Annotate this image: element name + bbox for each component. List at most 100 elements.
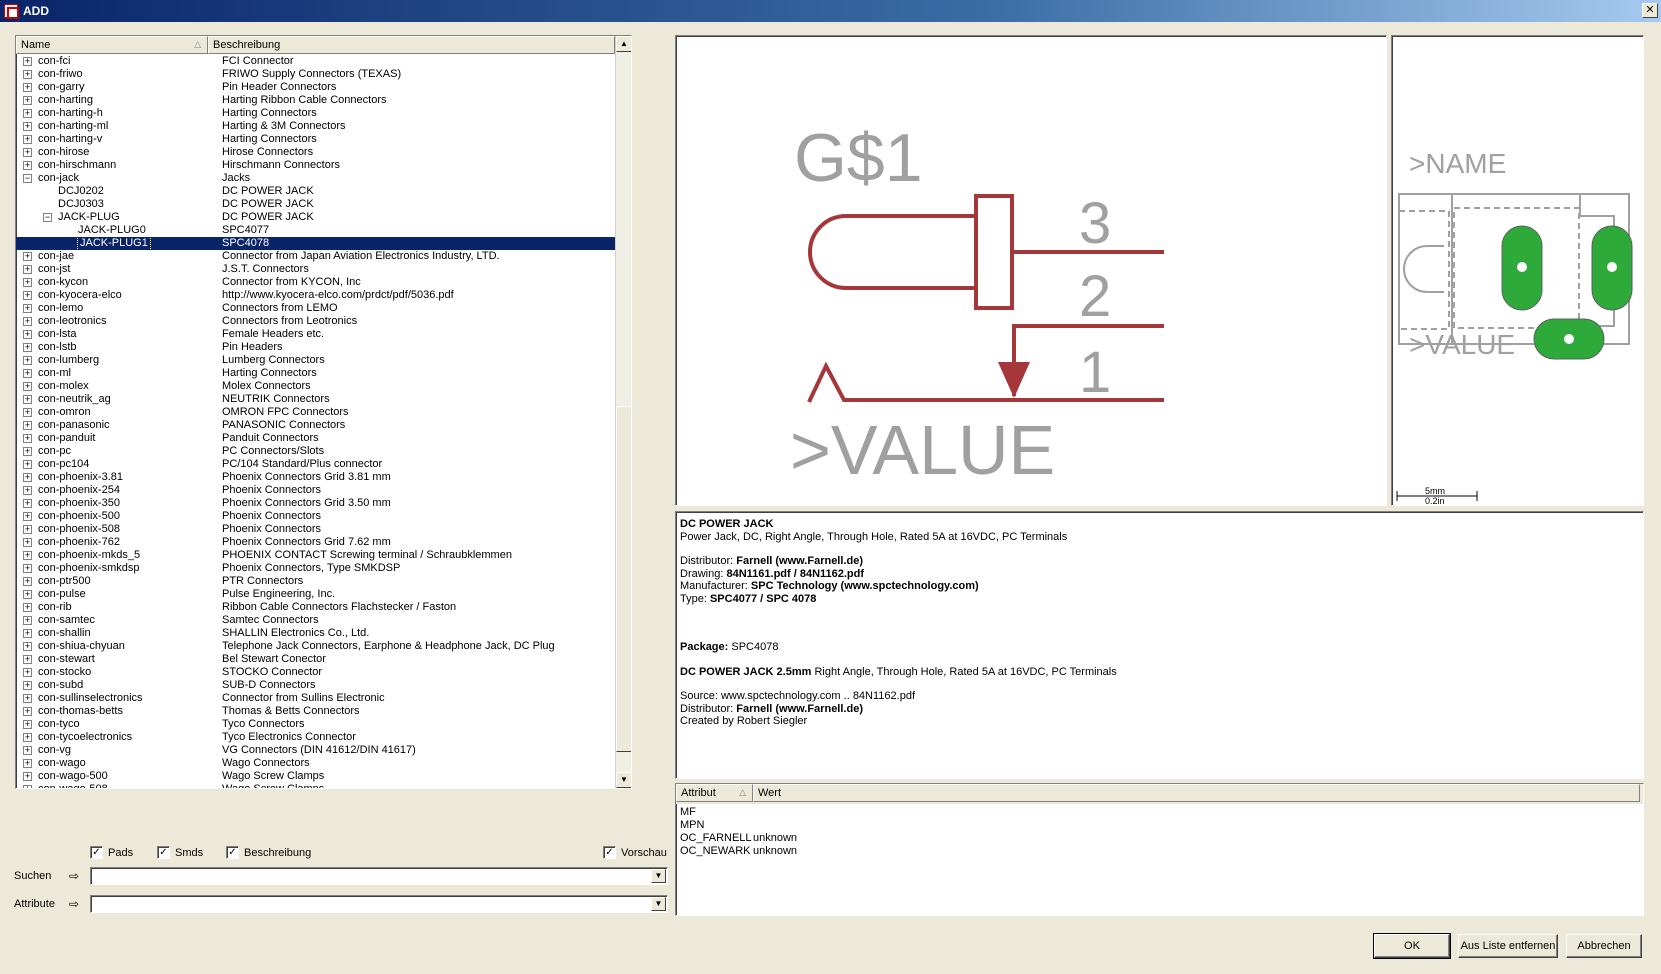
tree-row[interactable]: + con-leotronics Connectors from Leotronic… — [16, 315, 631, 328]
expand-icon[interactable]: + — [23, 772, 32, 781]
expand-icon[interactable]: + — [23, 83, 32, 92]
expand-icon[interactable]: + — [23, 369, 32, 378]
tree-row[interactable]: + con-phoenix-508 Phoenix Connectors — [16, 523, 631, 536]
tree-row[interactable]: + con-wago-508 Wago Screw Clamps — [16, 783, 631, 788]
expand-icon[interactable]: + — [23, 122, 32, 131]
tree-row[interactable]: + con-sullinselectronics Connector from Su… — [16, 692, 631, 705]
tree-row[interactable]: + con-kycon Connector from KYCON, Inc — [16, 276, 631, 289]
expand-icon[interactable]: + — [23, 395, 32, 404]
expand-icon[interactable]: + — [23, 291, 32, 300]
expand-icon[interactable]: + — [23, 785, 32, 788]
tree-row[interactable]: + con-lemo Connectors from LEMO — [16, 302, 631, 315]
scroll-thumb[interactable] — [616, 406, 631, 752]
tree-row[interactable]: + con-omron OMRON FPC Connectors — [16, 406, 631, 419]
chevron-down-icon[interactable]: ▼ — [651, 869, 666, 883]
expand-icon[interactable]: + — [23, 603, 32, 612]
tree-row[interactable]: + con-phoenix-smkdsp Phoenix Connectors, T… — [16, 562, 631, 575]
tree-row[interactable]: + con-fci FCI Connector — [16, 55, 631, 68]
tree-row[interactable]: DCJ0303 DC POWER JACK — [16, 198, 631, 211]
expand-icon[interactable]: + — [23, 460, 32, 469]
expand-icon[interactable]: + — [23, 590, 32, 599]
tree-row[interactable]: + con-pc104 PC/104 Standard/Plus connector — [16, 458, 631, 471]
tree-row[interactable]: − con-jack Jacks — [16, 172, 631, 185]
tree-row[interactable]: + con-panduit Panduit Connectors — [16, 432, 631, 445]
expand-icon[interactable]: + — [23, 538, 32, 547]
expand-icon[interactable]: + — [23, 577, 32, 586]
cancel-button[interactable]: Abbrechen — [1566, 934, 1642, 958]
expand-icon[interactable]: + — [23, 616, 32, 625]
tree-row[interactable]: JACK-PLUG1 SPC4078 — [16, 236, 631, 251]
checkmark-icon[interactable]: ✓ — [157, 846, 170, 859]
expand-icon[interactable]: + — [23, 486, 32, 495]
tree-row[interactable]: − JACK-PLUG DC POWER JACK — [16, 211, 631, 224]
expand-icon[interactable]: + — [23, 408, 32, 417]
collapse-icon[interactable]: − — [43, 213, 52, 222]
expand-icon[interactable]: + — [23, 525, 32, 534]
pads-checkbox[interactable]: ✓ Pads — [90, 846, 133, 859]
tree-row[interactable]: + con-garry Pin Header Connectors — [16, 81, 631, 94]
expand-icon[interactable]: + — [23, 252, 32, 261]
remove-from-list-button[interactable]: Aus Liste entfernen — [1458, 934, 1558, 958]
column-header-name[interactable]: Name △ — [16, 36, 208, 54]
expand-icon[interactable]: + — [23, 343, 32, 352]
expand-icon[interactable]: + — [23, 135, 32, 144]
expand-icon[interactable]: + — [23, 759, 32, 768]
expand-icon[interactable]: + — [23, 499, 32, 508]
search-go-icon[interactable]: ⇨ — [66, 869, 82, 883]
tree-row[interactable]: JACK-PLUG0 SPC4077 — [16, 224, 631, 237]
tree-row[interactable]: + con-jst J.S.T. Connectors — [16, 263, 631, 276]
column-header-wert[interactable]: Wert — [753, 784, 1640, 802]
scroll-down-button[interactable]: ▼ — [616, 772, 631, 788]
library-tree[interactable]: Name △ Beschreibung + con-fci FCI Connecto… — [15, 35, 632, 789]
expand-icon[interactable]: + — [23, 668, 32, 677]
attribute-row[interactable]: MF — [676, 806, 1076, 819]
tree-row[interactable]: + con-phoenix-mkds_5 PHOENIX CONTACT Screw… — [16, 549, 631, 562]
tree-row[interactable]: + con-vg VG Connectors (DIN 41612/DIN 4161… — [16, 744, 631, 757]
suchen-input[interactable]: ▼ — [90, 867, 668, 885]
tree-row[interactable]: + con-harting Harting Ribbon Cable Connect… — [16, 94, 631, 107]
tree-row[interactable]: + con-subd SUB-D Connectors — [16, 679, 631, 692]
smds-checkbox[interactable]: ✓ Smds — [157, 846, 203, 859]
tree-row[interactable]: + con-panasonic PANASONIC Connectors — [16, 419, 631, 432]
ok-button[interactable]: OK — [1373, 933, 1451, 959]
attributes-table[interactable]: Attribut △ Wert MF MPN OC_FARNELL unknown OC… — [675, 783, 1644, 916]
scroll-up-button[interactable]: ▲ — [616, 36, 631, 52]
tree-row[interactable]: + con-rib Ribbon Cable Connectors Flachste… — [16, 601, 631, 614]
expand-icon[interactable]: + — [23, 330, 32, 339]
close-button[interactable]: ✕ — [1642, 3, 1658, 18]
tree-row[interactable]: + con-phoenix-500 Phoenix Connectors — [16, 510, 631, 523]
expand-icon[interactable]: + — [23, 278, 32, 287]
expand-icon[interactable]: + — [23, 382, 32, 391]
tree-row[interactable]: + con-lsta Female Headers etc. — [16, 328, 631, 341]
expand-icon[interactable]: + — [23, 655, 32, 664]
expand-icon[interactable]: + — [23, 551, 32, 560]
tree-row[interactable]: + con-samtec Samtec Connectors — [16, 614, 631, 627]
expand-icon[interactable]: + — [23, 96, 32, 105]
expand-icon[interactable]: + — [23, 109, 32, 118]
expand-icon[interactable]: + — [23, 421, 32, 430]
expand-icon[interactable]: + — [23, 564, 32, 573]
tree-row[interactable]: + con-thomas-betts Thomas & Betts Connecto… — [16, 705, 631, 718]
expand-icon[interactable]: + — [23, 148, 32, 157]
attribute-row[interactable]: OC_NEWARK unknown — [676, 845, 1076, 858]
tree-row[interactable]: + con-shallin SHALLIN Electronics Co., Ltd… — [16, 627, 631, 640]
tree-row[interactable]: + con-phoenix-762 Phoenix Connectors Grid … — [16, 536, 631, 549]
tree-row[interactable]: + con-harting-ml Harting & 3M Connectors — [16, 120, 631, 133]
expand-icon[interactable]: + — [23, 733, 32, 742]
expand-icon[interactable]: + — [23, 161, 32, 170]
expand-icon[interactable]: + — [23, 57, 32, 66]
tree-row[interactable]: + con-stocko STOCKO Connector — [16, 666, 631, 679]
beschreibung-checkbox[interactable]: ✓ Beschreibung — [226, 846, 311, 859]
tree-row[interactable]: + con-ml Harting Connectors — [16, 367, 631, 380]
tree-row[interactable]: + con-molex Molex Connectors — [16, 380, 631, 393]
tree-row[interactable]: + con-ptr500 PTR Connectors — [16, 575, 631, 588]
tree-row[interactable]: + con-hirschmann Hirschmann Connectors — [16, 159, 631, 172]
checkmark-icon[interactable]: ✓ — [226, 846, 239, 859]
expand-icon[interactable]: + — [23, 642, 32, 651]
collapse-icon[interactable]: − — [23, 174, 32, 183]
tree-row[interactable]: + con-jae Connector from Japan Aviation El… — [16, 250, 631, 263]
tree-row[interactable]: + con-pulse Pulse Engineering, Inc. — [16, 588, 631, 601]
tree-row[interactable]: + con-harting-h Harting Connectors — [16, 107, 631, 120]
expand-icon[interactable]: + — [23, 707, 32, 716]
expand-icon[interactable]: + — [23, 720, 32, 729]
